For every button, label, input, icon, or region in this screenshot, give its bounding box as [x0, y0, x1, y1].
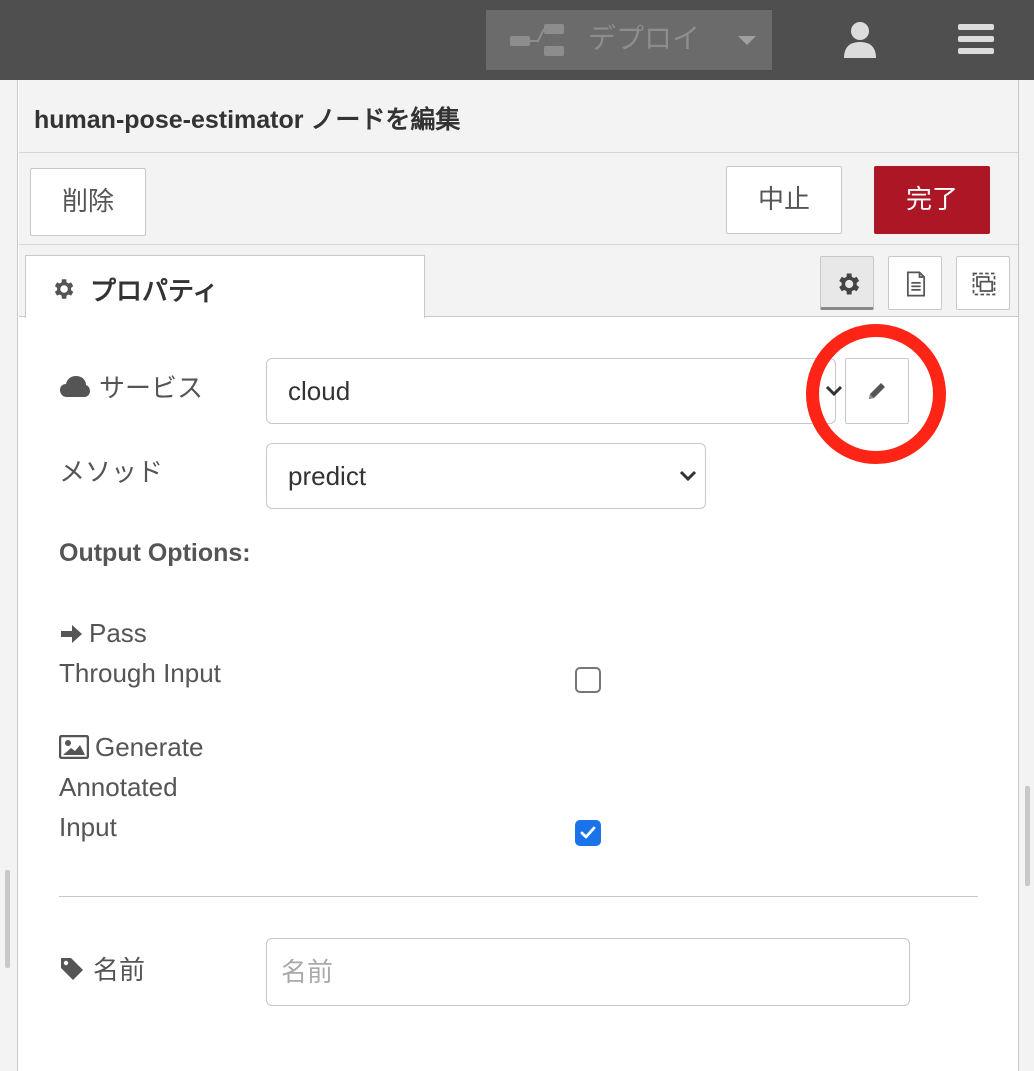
- form-divider: [59, 896, 978, 897]
- gear-icon: [839, 273, 860, 295]
- method-label: メソッド: [59, 452, 163, 489]
- left-workspace-edge: [0, 80, 18, 1071]
- chevron-down-icon: [679, 470, 697, 482]
- method-label-text: メソッド: [59, 457, 164, 487]
- document-icon: [906, 271, 926, 297]
- name-input[interactable]: [266, 938, 910, 1006]
- pass-through-label: Pass Through Input: [59, 613, 221, 693]
- chevron-down-icon[interactable]: [738, 36, 756, 45]
- pencil-icon: [869, 383, 885, 399]
- node-description-tab-button[interactable]: [888, 256, 942, 310]
- right-workspace-edge: [1018, 80, 1034, 1071]
- properties-form: サービス cloud メソッド predict Output Options: …: [19, 318, 1018, 1071]
- annotated-input-checkbox[interactable]: [575, 820, 601, 846]
- method-select-value: predict: [288, 461, 367, 491]
- annotated-label-line3: Input: [59, 812, 117, 842]
- cloud-icon: [60, 375, 90, 397]
- pass-through-text-1: Pass: [89, 618, 147, 648]
- output-options-title: Output Options:: [59, 539, 251, 567]
- annotated-input-label: Generate Annotated Input: [58, 727, 204, 847]
- right-scrollbar-handle[interactable]: [1025, 786, 1030, 886]
- tray-title: human-pose-estimator ノードを編集: [34, 106, 461, 134]
- node-appearance-tab-button[interactable]: [956, 256, 1010, 310]
- cancel-button[interactable]: 中止: [726, 166, 842, 234]
- service-label: サービス: [59, 368, 203, 405]
- annotated-label-line2: Annotated: [59, 772, 178, 802]
- tab-properties[interactable]: プロパティ: [25, 255, 425, 319]
- tag-icon: [61, 957, 83, 980]
- name-label-text: 名前: [93, 955, 146, 985]
- done-button[interactable]: 完了: [874, 166, 990, 234]
- delete-button[interactable]: 削除: [30, 168, 146, 236]
- gear-icon: [54, 279, 74, 299]
- tab-properties-label: プロパティ: [90, 277, 219, 307]
- service-label-text: サービス: [99, 373, 204, 403]
- hamburger-menu-icon[interactable]: [958, 22, 994, 56]
- name-label: 名前: [59, 950, 145, 987]
- arrow-right-icon: [61, 625, 82, 643]
- pass-through-checkbox[interactable]: [575, 667, 601, 693]
- method-select[interactable]: predict: [266, 443, 706, 509]
- deploy-label: デプロイ: [588, 22, 701, 55]
- service-select-value: cloud: [288, 376, 351, 406]
- deploy-flow-icon: [510, 24, 564, 56]
- annotated-text-1: Generate: [95, 732, 204, 762]
- pass-through-label-line1: Pass: [59, 613, 221, 653]
- pass-through-label-line2: Through Input: [59, 658, 221, 688]
- top-header-bar: デプロイ: [0, 0, 1034, 80]
- left-resize-handle[interactable]: [5, 870, 10, 968]
- node-properties-tab-button[interactable]: [820, 256, 874, 310]
- checkmark-icon: [580, 826, 596, 839]
- user-icon[interactable]: [843, 20, 877, 60]
- tray-tabs: プロパティ: [19, 245, 1018, 319]
- appearance-icon: [972, 272, 996, 296]
- deploy-button[interactable]: デプロイ: [486, 10, 772, 70]
- chevron-down-icon: [825, 385, 843, 397]
- annotated-label-line1: Generate: [58, 727, 204, 767]
- edit-tray-toolbar: 削除 中止 完了: [19, 153, 1018, 245]
- image-icon: [58, 734, 90, 760]
- edit-tray-header: human-pose-estimator ノードを編集: [19, 80, 1018, 153]
- service-select[interactable]: cloud: [266, 358, 843, 424]
- edit-service-config-button[interactable]: [845, 358, 909, 424]
